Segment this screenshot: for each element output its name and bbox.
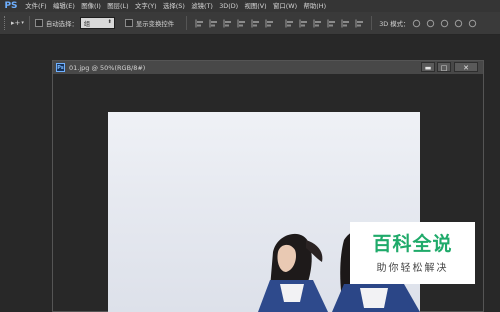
close-button[interactable]: ✕: [454, 62, 478, 72]
distribute-left-icon[interactable]: [327, 19, 336, 28]
align-buttons-group: [192, 19, 366, 28]
dropdown-arrow-icon: ⬍: [107, 19, 112, 25]
watermark-title: 百科全说: [372, 232, 453, 255]
show-transform-checkbox[interactable]: [124, 19, 133, 27]
align-vcenter-icon[interactable]: [209, 19, 218, 28]
distribute-right-icon[interactable]: [355, 19, 364, 28]
menu-bar: PS 文件(F) 编辑(E) 图像(I) 图层(L) 文字(Y) 选择(S) 滤…: [0, 0, 500, 12]
tool-preset-chevron-icon[interactable]: ▾: [21, 20, 24, 26]
align-bottom-icon[interactable]: [223, 19, 232, 28]
move-tool-icon[interactable]: ▸+: [11, 19, 20, 27]
divider: [28, 16, 30, 30]
menu-help[interactable]: 帮助(H): [300, 0, 329, 12]
slide-3d-icon[interactable]: [454, 19, 463, 28]
auto-select-checkbox[interactable]: [34, 19, 43, 27]
align-left-icon[interactable]: [237, 19, 246, 28]
distribute-hcenter-icon[interactable]: [341, 19, 350, 28]
divider: [371, 16, 373, 30]
distribute-bottom-icon[interactable]: [313, 19, 322, 28]
align-hcenter-icon[interactable]: [251, 19, 260, 28]
roll-3d-icon[interactable]: [426, 19, 435, 28]
scale-3d-icon[interactable]: [468, 19, 477, 28]
auto-select-dropdown[interactable]: 组 ⬍: [79, 17, 115, 29]
watermark-badge: 百科全说 助你轻松解决: [350, 222, 475, 284]
options-bar: ▸+ ▾ 自动选择： 组 ⬍ 显示变换控件 3D 模式：: [0, 12, 500, 35]
auto-select-label: 自动选择：: [45, 19, 78, 28]
menu-layer[interactable]: 图层(L): [104, 0, 132, 12]
photoshop-logo: PS: [4, 1, 18, 11]
options-grip[interactable]: [4, 16, 8, 30]
menu-filter[interactable]: 滤镜(T): [188, 0, 216, 12]
3d-mode-label: 3D 模式：: [379, 19, 410, 28]
watermark-subtitle: 助你轻松解决: [376, 262, 449, 274]
3d-mode-buttons-group: [409, 19, 479, 28]
document-title-bar[interactable]: Ps 01.jpg @ 50%(RGB/8#) ▬ □ ✕: [53, 61, 483, 74]
menu-image[interactable]: 图像(I): [78, 0, 104, 12]
auto-select-value: 组: [83, 20, 91, 28]
distribute-top-icon[interactable]: [285, 19, 294, 28]
menu-type[interactable]: 文字(Y): [132, 0, 160, 12]
distribute-vcenter-icon[interactable]: [299, 19, 308, 28]
maximize-button[interactable]: □: [437, 62, 451, 72]
menu-edit[interactable]: 编辑(E): [50, 0, 78, 12]
document-ps-icon: Ps: [56, 63, 65, 72]
show-transform-label: 显示变换控件: [135, 19, 175, 28]
menu-file[interactable]: 文件(F): [22, 0, 50, 12]
pan-3d-icon[interactable]: [440, 19, 449, 28]
menu-window[interactable]: 窗口(W): [270, 0, 300, 12]
menu-view[interactable]: 视图(V): [241, 0, 270, 12]
divider: [186, 16, 188, 30]
align-top-icon[interactable]: [195, 19, 204, 28]
menu-3d[interactable]: 3D(D): [216, 0, 241, 12]
align-right-icon[interactable]: [265, 19, 274, 28]
minimize-button[interactable]: ▬: [421, 62, 435, 72]
rotate-3d-icon[interactable]: [412, 19, 421, 28]
menu-select[interactable]: 选择(S): [160, 0, 188, 12]
document-title: 01.jpg @ 50%(RGB/8#): [69, 63, 146, 72]
